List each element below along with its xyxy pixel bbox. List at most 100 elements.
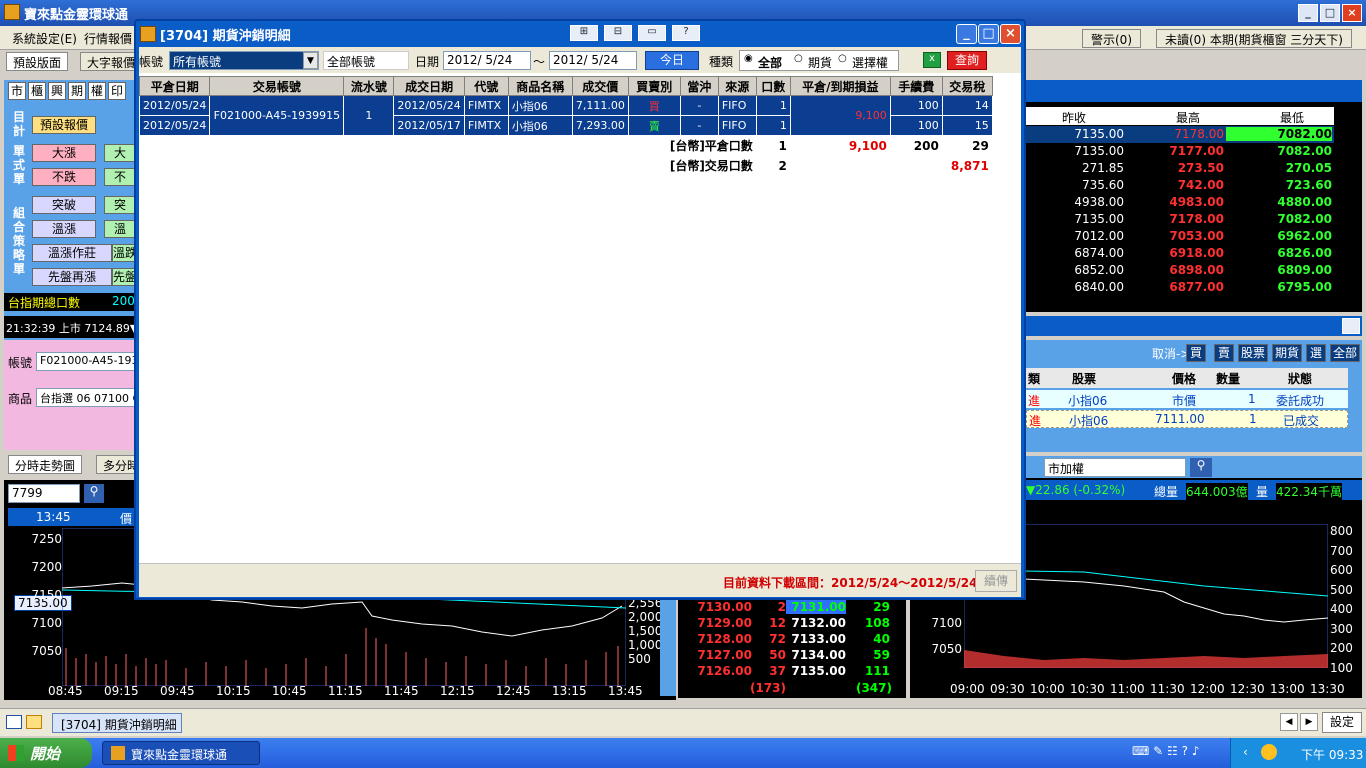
index-select[interactable]: 市加權 [1044,458,1186,477]
cascade-icon[interactable]: ⊟ [604,25,632,41]
table-row[interactable]: 2012/05/24 F021000-A45-1939915 1 2012/05… [138,95,993,136]
cancel-stock-button[interactable]: 股票 [1238,344,1268,362]
kind-options-option[interactable]: 選擇權 [852,54,888,71]
col-serial[interactable]: 流水號 [343,76,395,96]
no-fall-button[interactable]: 不跌 [32,168,96,186]
stock-code-select[interactable]: 7799 [8,484,80,503]
account-select[interactable]: 所有帳號 [169,51,319,70]
consolidate-fall-button[interactable]: 先盤 [112,268,136,286]
tab-big-quote[interactable]: 大字報價 [80,52,143,71]
messenger-icon[interactable] [1261,744,1277,760]
col-lots[interactable]: 口數 [755,76,791,96]
quick-tab-otc[interactable]: 櫃 [28,82,46,100]
window-list-icon[interactable] [6,715,22,729]
cancel-option-button[interactable]: 選 [1306,344,1326,362]
mild-rise-bank-button[interactable]: 溫漲作莊 [32,244,112,262]
folder-icon[interactable] [26,715,42,729]
quick-tab-emerging[interactable]: 興 [48,82,66,100]
order-row[interactable]: 進 小指06 7111.00 1 已成交 [1026,410,1348,428]
col-daytrade[interactable]: 當沖 [679,76,719,96]
col-symbol[interactable]: 代號 [463,76,509,96]
col-account[interactable]: 交易帳號 [209,76,345,96]
col-close-date[interactable]: 平倉日期 [138,76,211,96]
help-tray-icon[interactable]: ? [1182,744,1188,758]
dialog-minimize-icon[interactable]: _ [956,24,977,44]
settings-button[interactable]: 設定 [1322,712,1362,733]
today-button[interactable]: 今日 [645,51,699,70]
cancel-buy-button[interactable]: 買 [1186,344,1206,362]
tab-intraday-chart[interactable]: 分時走勢圖 [8,455,83,474]
search-icon[interactable]: ⚲ [84,484,104,503]
order-row[interactable]: 進 小指06 市價 1 委託成功 [1026,390,1348,408]
radio-all-icon[interactable]: ◉ [744,53,753,64]
scroll-left-icon[interactable]: ◀ [1280,713,1298,731]
col-pnl[interactable]: 平倉/到期損益 [789,76,891,96]
panel-minimize-icon[interactable] [1342,318,1360,334]
start-button[interactable]: 開始 [0,738,92,768]
account-field[interactable]: F021000-A45-19399 [36,352,136,371]
tab-default-layout[interactable]: 預設版面 [6,52,69,71]
mild-fall-bank-button[interactable]: 溫跌 [112,244,136,262]
preset-quote-button[interactable]: 預設報價 [32,116,96,134]
close-icon[interactable]: × [1342,4,1362,22]
cancel-futures-button[interactable]: 期貨 [1272,344,1302,362]
taskbar-app-item[interactable]: 寶來點金靈環球通 [102,741,260,765]
continue-button[interactable]: 續傳 [975,570,1017,592]
tile-icon[interactable]: ⊞ [570,25,598,41]
minimize-icon[interactable]: _ [1298,4,1318,22]
menu-quotes[interactable]: 行情報價 [84,30,132,47]
tray-expand-icon[interactable]: ‹ [1243,745,1248,759]
cancel-all-button[interactable]: 全部 [1330,344,1360,362]
quick-tab-print[interactable]: 印 [108,82,126,100]
volume-icon[interactable]: ♪ [1192,744,1200,758]
kind-futures-option[interactable]: 期貨 [808,54,832,71]
account-name-field[interactable]: 全部帳號 [323,51,409,70]
no-rise-button[interactable]: 不 [104,168,136,186]
breakout-button[interactable]: 突破 [32,196,96,214]
window-tab-offset-detail[interactable]: [3704] 期貨沖銷明細 [52,713,182,733]
menu-system-settings[interactable]: 系統設定(E) [12,30,77,47]
chart-scrollbar[interactable] [660,600,676,696]
date-from-picker[interactable]: 2012/ 5/24 [443,51,531,70]
search-icon[interactable]: ⚲ [1190,458,1212,477]
cell-trade-price: 7,111.00 [571,95,629,116]
dialog-maximize-icon[interactable]: □ [978,24,999,44]
radio-options-icon[interactable]: ○ [838,53,847,64]
big-fall-button[interactable]: 大 [104,144,136,162]
chevron-down-icon[interactable]: ▼ [303,52,318,69]
col-trade-price[interactable]: 成交價 [571,76,629,96]
col-source[interactable]: 來源 [717,76,757,96]
quick-tab-futures[interactable]: 期 [68,82,86,100]
quick-tab-listed[interactable]: 市 [8,82,26,100]
restore-icon[interactable]: ▭ [638,25,666,41]
breakdown-button[interactable]: 突 [104,196,136,214]
date-to-picker[interactable]: 2012/ 5/24 [549,51,637,70]
pen-icon[interactable]: ✎ [1153,744,1163,758]
dialog-close-icon[interactable]: × [1000,24,1021,44]
kind-all-option[interactable]: 全部 [758,54,782,71]
product-field[interactable]: 台指選 06 07100 C [36,388,136,407]
alert-button[interactable]: 警示(0) [1082,29,1141,48]
cancel-sell-button[interactable]: 賣 [1214,344,1234,362]
col-fee[interactable]: 手續費 [889,76,943,96]
x-tick: 13:00 [1270,682,1305,696]
big-rise-button[interactable]: 大漲 [32,144,96,162]
mild-rise-button[interactable]: 溫漲 [32,220,96,238]
consolidate-rise-button[interactable]: 先盤再漲 [32,268,112,286]
maximize-icon[interactable]: □ [1320,4,1340,22]
quick-tab-options[interactable]: 權 [88,82,106,100]
col-trade-date[interactable]: 成交日期 [393,76,465,96]
keyboard-icon[interactable]: ⌨ [1132,744,1149,758]
quote-rows: 7135.00 7178.00 7082.00 7135.00 7177.00 … [1026,126,1334,312]
query-button[interactable]: 查詢 [947,51,987,70]
scroll-right-icon[interactable]: ▶ [1300,713,1318,731]
mild-fall-button[interactable]: 溫 [104,220,136,238]
col-side[interactable]: 買賣別 [627,76,681,96]
col-product-name[interactable]: 商品名稱 [507,76,573,96]
help-icon[interactable]: ? [672,25,700,41]
network-icon[interactable]: ☷ [1167,744,1178,758]
unread-button[interactable]: 未讀(0) 本期(期貨櫃窗 三分天下) [1156,29,1352,48]
col-tax[interactable]: 交易稅 [941,76,993,96]
radio-futures-icon[interactable]: ○ [794,53,803,64]
excel-export-icon[interactable]: x [923,52,941,68]
